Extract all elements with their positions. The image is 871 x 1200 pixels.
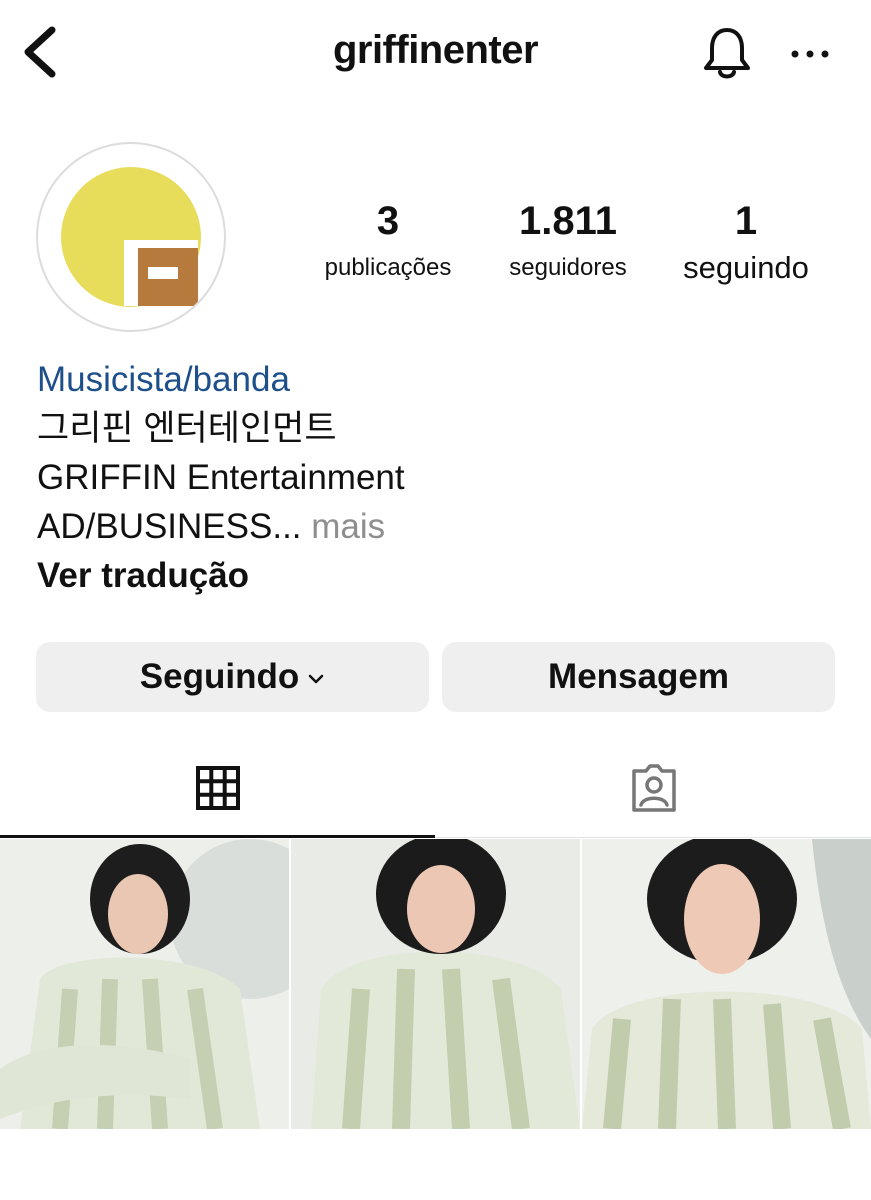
bio-line-truncated: AD/BUSINESS... mais bbox=[37, 502, 837, 551]
post-thumbnail[interactable] bbox=[582, 839, 871, 1129]
profile-avatar[interactable] bbox=[36, 142, 226, 332]
following-count: 1 bbox=[734, 199, 758, 243]
stat-following[interactable]: 1 seguindo bbox=[660, 198, 832, 284]
photo-thumbnail bbox=[582, 839, 871, 1129]
following-button-label: Seguindo bbox=[139, 657, 300, 696]
photo-thumbnail bbox=[0, 839, 289, 1129]
post-thumbnail[interactable] bbox=[0, 839, 289, 1129]
active-tab-indicator bbox=[0, 835, 435, 838]
bio-truncated-text: AD/BUSINESS... bbox=[37, 507, 302, 546]
tab-tagged[interactable] bbox=[436, 738, 871, 838]
post-thumbnail[interactable] bbox=[291, 839, 580, 1129]
stat-followers[interactable]: 1.811 seguidores bbox=[482, 198, 654, 284]
posts-grid bbox=[0, 839, 871, 1129]
profile-tabs bbox=[0, 738, 871, 838]
posts-count: 3 bbox=[376, 199, 400, 243]
bio-line-english: GRIFFIN Entertainment bbox=[37, 458, 405, 497]
see-translation-link[interactable]: Ver tradução bbox=[37, 551, 837, 600]
message-button[interactable]: Mensagem bbox=[442, 642, 835, 712]
profile-bio: Musicista/banda 그리핀 엔터테인먼트 GRIFFIN Enter… bbox=[37, 355, 837, 600]
following-button[interactable]: Seguindo bbox=[36, 642, 429, 712]
notifications-button[interactable] bbox=[700, 22, 754, 82]
posts-label: publicações bbox=[324, 254, 452, 281]
bell-icon bbox=[704, 28, 750, 79]
profile-category[interactable]: Musicista/banda bbox=[37, 355, 837, 404]
bio-line-korean: 그리핀 엔터테인먼트 bbox=[37, 409, 337, 448]
grid-icon bbox=[195, 766, 240, 810]
followers-count: 1.811 bbox=[519, 199, 617, 243]
message-button-label: Mensagem bbox=[548, 657, 729, 696]
following-label: seguindo bbox=[683, 250, 809, 285]
griffin-logo bbox=[61, 167, 201, 307]
followers-label: seguidores bbox=[509, 254, 627, 281]
stat-posts[interactable]: 3 publicações bbox=[300, 198, 476, 284]
more-options-button[interactable] bbox=[786, 36, 834, 72]
photo-thumbnail bbox=[291, 839, 580, 1129]
tab-posts-grid[interactable] bbox=[0, 738, 435, 838]
chevron-down-icon bbox=[308, 674, 324, 684]
more-horizontal-icon bbox=[791, 50, 829, 58]
tagged-person-icon bbox=[631, 764, 676, 812]
top-bar: griffinenter bbox=[0, 0, 871, 110]
bio-more-link[interactable]: mais bbox=[311, 507, 385, 546]
